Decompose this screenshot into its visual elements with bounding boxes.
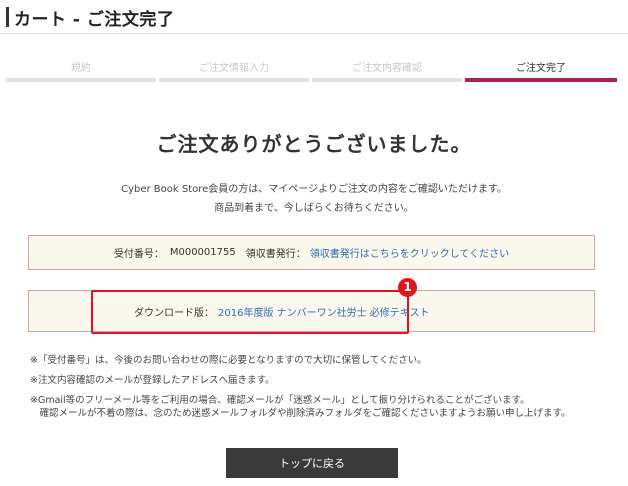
thanks-heading: ご注文ありがとうございました。: [156, 132, 472, 156]
step-label: ご注文内容確認: [352, 63, 422, 74]
page-title: カート - ご注文完了: [14, 10, 175, 30]
back-to-top-button[interactable]: トップに戻る: [226, 448, 398, 478]
receipt-label: 領収書発行：: [245, 249, 306, 260]
info-text-line1: Cyber Book Store会員の方は、マイページよりご注文の内容をご確認い…: [121, 184, 507, 195]
step-bar: [6, 78, 156, 82]
order-number-label: 受付番号：: [113, 249, 164, 260]
note-line: ※注文内容確認のメールが登録したアドレスへ届きます。: [30, 375, 275, 386]
step-label: 規約: [71, 63, 91, 74]
step-order-complete: ご注文完了: [465, 62, 617, 82]
step-order-confirm: ご注文内容確認: [312, 62, 462, 82]
info-text-line2: 商品到着まで、今しばらくお待ちください。: [214, 203, 414, 214]
step-terms: 規約: [6, 62, 156, 82]
step-bar: [465, 78, 617, 82]
note-line: 確認メールが不着の際は、念のため迷惑メールフォルダや削除済みフォルダをご確認くだ…: [30, 408, 571, 419]
step-bar: [312, 78, 462, 82]
step-label: ご注文情報入力: [199, 63, 269, 74]
header-accent-bar: [6, 7, 9, 27]
progress-steps: 規約 ご注文情報入力 ご注文内容確認 ご注文完了: [6, 62, 617, 82]
order-number-row: 受付番号： M000001755 領収書発行： 領収書発行はこちらをクリックして…: [29, 236, 594, 269]
order-number-box: 受付番号： M000001755 領収書発行： 領収書発行はこちらをクリックして…: [28, 235, 595, 270]
page-header: カート - ご注文完了: [0, 0, 628, 34]
step-label: ご注文完了: [516, 63, 566, 74]
step-bar: [159, 78, 309, 82]
annotation-badge: 1: [398, 278, 417, 297]
note-line: ※Gmail等のフリーメール等をご利用の場合、確認メールが「迷惑メール」として振…: [30, 395, 530, 406]
step-order-info: ご注文情報入力: [159, 62, 309, 82]
highlight-box: [91, 290, 409, 334]
receipt-link[interactable]: 領収書発行はこちらをクリックしてください: [310, 245, 509, 260]
order-number-value: M000001755: [169, 247, 236, 258]
note-line: ※「受付番号」は、今後のお問い合わせの際に必要となりますので大切に保管してくださ…: [30, 355, 427, 366]
